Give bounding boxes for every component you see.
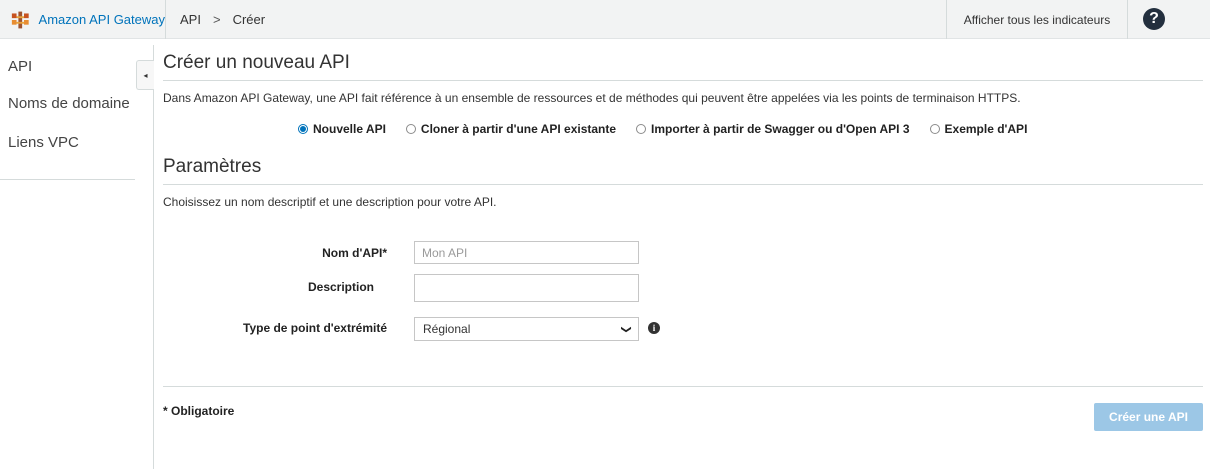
page-title: Créer un nouveau API	[163, 52, 350, 73]
radio-import-swagger[interactable]: Importer à partir de Swagger ou d'Open A…	[636, 122, 910, 136]
endpoint-type-select[interactable]: Régional ❯	[414, 317, 639, 341]
help-icon[interactable]: ?	[1143, 8, 1165, 30]
page-description: Dans Amazon API Gateway, une API fait ré…	[163, 91, 1021, 105]
show-all-metrics-link[interactable]: Afficher tous les indicateurs	[946, 0, 1128, 39]
radio-label: Nouvelle API	[313, 122, 386, 136]
sidebar-item-api[interactable]: API	[8, 58, 32, 75]
sidebar-item-vpc-links[interactable]: Liens VPC	[8, 134, 79, 151]
settings-divider	[163, 184, 1203, 185]
sidebar: API Noms de domaine Liens VPC	[0, 39, 153, 469]
breadcrumb-separator: >	[212, 12, 221, 27]
radio-label: Cloner à partir d'une API existante	[420, 122, 617, 136]
radio-example-api[interactable]: Exemple d'API	[929, 122, 1028, 136]
radio-button-checked[interactable]	[298, 124, 308, 134]
settings-description: Choisissez un nom descriptif et une desc…	[163, 195, 497, 209]
api-type-radio-group: Nouvelle API Cloner à partir d'une API e…	[298, 122, 1047, 136]
footer-divider	[163, 386, 1203, 387]
collapse-sidebar-icon[interactable]: ◂	[136, 60, 154, 90]
required-note: * Obligatoire	[163, 404, 235, 418]
sidebar-divider	[0, 179, 135, 180]
breadcrumb-api[interactable]: API	[180, 12, 201, 27]
service-home-link[interactable]: Amazon API Gateway	[0, 0, 166, 39]
radio-button[interactable]	[636, 124, 647, 134]
api-name-input[interactable]	[414, 241, 639, 264]
endpoint-type-label: Type de point d'extrémité	[243, 321, 387, 335]
info-icon[interactable]: i	[648, 322, 660, 334]
description-label: Description	[307, 280, 374, 294]
radio-new-api[interactable]: Nouvelle API	[298, 122, 386, 136]
brand-name[interactable]: Amazon API Gateway	[39, 12, 165, 27]
breadcrumb-current: Créer	[232, 12, 266, 27]
endpoint-type-value: Régional	[423, 322, 471, 336]
sidebar-item-domain-names[interactable]: Noms de domaine	[8, 95, 130, 112]
top-navigation-bar: Amazon API Gateway API > Créer Afficher …	[0, 0, 1210, 39]
create-api-button[interactable]: Créer une API	[1094, 403, 1203, 431]
radio-label: Exemple d'API	[944, 122, 1028, 136]
settings-title: Paramètres	[163, 156, 262, 177]
api-name-label: Nom d'API*	[322, 246, 387, 260]
radio-button[interactable]	[929, 124, 940, 134]
breadcrumb: API > Créer	[180, 0, 265, 39]
radio-clone-api[interactable]: Cloner à partir d'une API existante	[405, 122, 617, 136]
radio-button[interactable]	[405, 124, 416, 134]
description-input[interactable]	[414, 274, 639, 302]
sidebar-border	[153, 45, 154, 469]
chevron-down-icon: ❯	[620, 324, 632, 334]
title-divider	[163, 80, 1203, 81]
api-gateway-logo-icon	[10, 9, 31, 30]
radio-label: Importer à partir de Swagger ou d'Open A…	[651, 122, 910, 136]
